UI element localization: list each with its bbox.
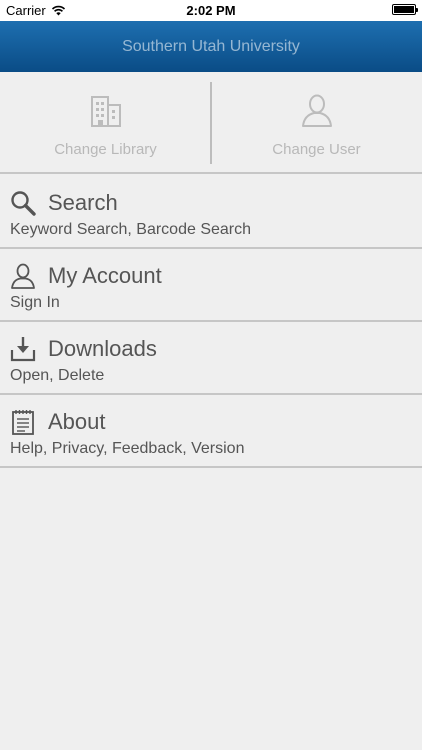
user-icon: [301, 94, 332, 127]
menu-item-subtitle: Help, Privacy, Feedback, Version: [10, 440, 245, 457]
battery-icon: [392, 4, 418, 15]
notepad-icon: [12, 410, 34, 435]
header-title: Southern Utah University: [122, 37, 300, 55]
menu-item-title: Downloads: [48, 336, 157, 361]
app-header: Southern Utah University: [0, 21, 422, 72]
menu-item-my-account[interactable]: My Account Sign In: [0, 249, 422, 322]
menu-item-subtitle: Open, Delete: [10, 367, 105, 384]
status-time: 2:02 PM: [186, 3, 236, 18]
change-library-label: Change Library: [54, 141, 157, 158]
menu-item-title: About: [48, 409, 106, 434]
menu-item-downloads[interactable]: Downloads Open, Delete: [0, 322, 422, 395]
menu-item-subtitle: Sign In: [10, 294, 60, 311]
change-library-button[interactable]: Change Library: [0, 72, 211, 172]
user-icon: [11, 263, 35, 289]
status-right: [392, 4, 418, 15]
menu-item-search[interactable]: Search Keyword Search, Barcode Search: [0, 176, 422, 249]
menu-item-title: Search: [48, 190, 118, 215]
menu-item-title: My Account: [48, 263, 162, 288]
search-icon: [11, 191, 36, 216]
change-user-button[interactable]: Change User: [211, 72, 422, 172]
change-user-label: Change User: [272, 141, 361, 158]
building-icon: [90, 96, 121, 127]
top-actions-panel: Change Library Change User: [0, 72, 422, 174]
menu-item-subtitle: Keyword Search, Barcode Search: [10, 221, 252, 238]
status-bar: Carrier 2:02 PM: [0, 0, 422, 21]
menu-item-about[interactable]: About Help, Privacy, Feedback, Version: [0, 395, 422, 468]
download-icon: [10, 337, 36, 362]
